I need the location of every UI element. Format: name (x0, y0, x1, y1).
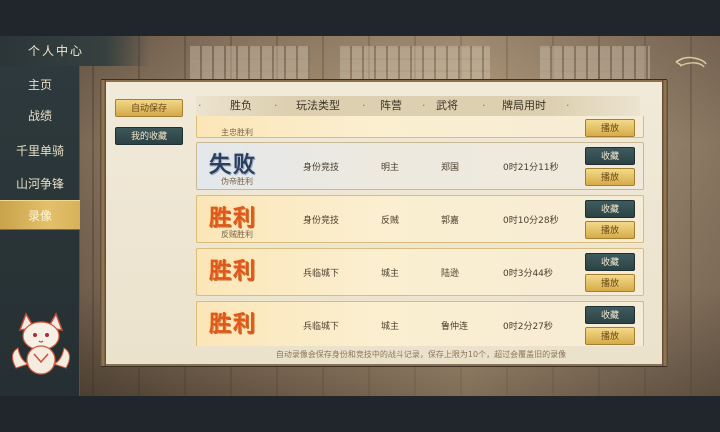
record-camp: 城主 (381, 269, 400, 279)
header-divider: · (362, 99, 366, 112)
record-duration: 0时21分11秒 (503, 163, 559, 173)
top-letterbox (0, 0, 720, 36)
replay-list: 主忠胜利 播放 失败 伪帝胜利 身份竞技 明主 郑国 0时21分11秒 收藏 播… (196, 116, 646, 346)
header-divider: · (422, 99, 426, 112)
sidebar-item-solo-ride[interactable]: 千里单骑 (0, 136, 80, 166)
column-result: 胜负 (230, 99, 252, 112)
column-camp: 阵营 (380, 99, 402, 112)
record-mode: 兵临城下 (303, 269, 340, 279)
sidebar-item-stats[interactable]: 战绩 (0, 101, 80, 131)
fox-mascot-icon (12, 312, 70, 375)
play-button[interactable]: 播放 (585, 119, 635, 137)
sidebar-item-home[interactable]: 主页 (0, 70, 80, 100)
record-mode: 身份竞技 (303, 216, 340, 226)
replay-record: 失败 伪帝胜利 身份竞技 明主 郑国 0时21分11秒 收藏 播放 (196, 142, 644, 190)
record-result: 胜利 (209, 258, 258, 284)
footer-note: 自动录像会保存身份和竞技中的战斗记录，保存上限为10个，超过会覆盖旧的录像 (275, 350, 567, 359)
column-mode: 玩法类型 (296, 99, 340, 112)
header-divider: · (198, 99, 202, 112)
column-general: 武将 (436, 99, 458, 112)
record-duration: 0时2分27秒 (503, 322, 553, 332)
header-divider: · (274, 99, 278, 112)
page-title: 个人中心 (0, 36, 150, 66)
record-duration: 0时3分44秒 (503, 269, 553, 279)
record-general: 鲁仲连 (441, 322, 469, 332)
record-sub: 主忠胜利 (221, 128, 253, 137)
record-result: 胜利 (209, 311, 258, 337)
record-result: 失败 (209, 152, 258, 178)
replay-record: 胜利 兵临城下 城主 鲁仲连 0时2分27秒 收藏 播放 (196, 301, 644, 346)
auto-save-tab[interactable]: 自动保存 (115, 99, 183, 117)
replay-record-partial: 主忠胜利 播放 (196, 116, 644, 138)
sidebar-item-land-contest[interactable]: 山河争锋 (0, 169, 80, 199)
record-mode: 身份竞技 (303, 163, 340, 173)
play-button[interactable]: 播放 (585, 221, 635, 239)
record-sub: 伪帝胜利 (221, 177, 253, 186)
column-header: · 胜负 · 玩法类型 · 阵营 · 武将 · 牌局用时 · (196, 96, 640, 116)
favorite-button[interactable]: 收藏 (585, 253, 635, 271)
favorite-button[interactable]: 收藏 (585, 147, 635, 165)
replay-record: 胜利 反贼胜利 身份竞技 反贼 郭嘉 0时10分28秒 收藏 播放 (196, 195, 644, 243)
record-sub: 反贼胜利 (221, 230, 253, 239)
favorites-tab[interactable]: 我的收藏 (115, 127, 183, 145)
record-mode: 兵临城下 (303, 322, 340, 332)
bottom-letterbox (0, 396, 720, 432)
column-duration: 牌局用时 (502, 99, 546, 112)
replay-record: 胜利 兵临城下 城主 陆逊 0时3分44秒 收藏 播放 (196, 248, 644, 296)
favorite-button[interactable]: 收藏 (585, 306, 635, 324)
header-divider: · (566, 99, 570, 112)
play-button[interactable]: 播放 (585, 168, 635, 186)
record-general: 郭嘉 (441, 216, 460, 226)
header-divider: · (482, 99, 486, 112)
sidebar-item-replays[interactable]: 录像 (0, 200, 80, 230)
record-duration: 0时10分28秒 (503, 216, 559, 226)
favorite-button[interactable]: 收藏 (585, 200, 635, 218)
record-general: 郑国 (441, 163, 460, 173)
play-button[interactable]: 播放 (585, 327, 635, 345)
record-camp: 反贼 (381, 216, 400, 226)
play-button[interactable]: 播放 (585, 274, 635, 292)
record-camp: 城主 (381, 322, 400, 332)
back-arrow-icon[interactable] (674, 54, 708, 70)
record-camp: 明主 (381, 163, 400, 173)
panel-rail (100, 80, 106, 366)
panel-rail (662, 80, 668, 366)
record-general: 陆逊 (441, 269, 460, 279)
record-result: 胜利 (209, 205, 258, 231)
